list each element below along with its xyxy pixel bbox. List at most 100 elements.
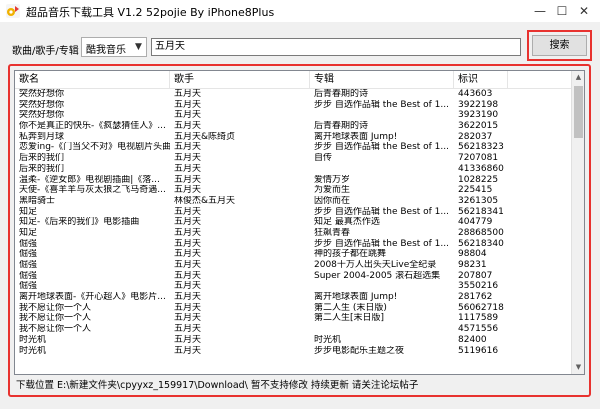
song-id-cell: 1028225	[458, 174, 499, 185]
table-row[interactable]: 突然好想你 五月天 3923190	[15, 110, 572, 121]
results-header: 歌名 歌手 专辑 标识	[15, 71, 584, 89]
column-header-album[interactable]: 专辑	[310, 71, 454, 88]
search-button[interactable]: 搜索	[532, 35, 587, 56]
song-title-cell: 我不愿让你一个人	[19, 302, 92, 313]
album-cell: 离开地球表面 Jump!	[314, 292, 398, 303]
song-title-cell: 后来的我们	[19, 153, 65, 164]
artist-cell: 五月天	[174, 89, 202, 99]
song-id-cell: 3550216	[458, 281, 499, 292]
table-row[interactable]: 知足-《后来的我们》电影插曲 五月天 知足 最真杰作选 404779	[15, 217, 572, 228]
chevron-down-icon[interactable]: ▼	[133, 41, 144, 53]
song-title-cell: 我不愿让你一个人	[19, 324, 92, 335]
close-button[interactable]: ✕	[575, 2, 593, 20]
table-row[interactable]: 黑暗骑士 林俊杰&五月天 因你而在 3261305	[15, 196, 572, 207]
artist-cell: 五月天	[174, 334, 202, 345]
song-id-cell: 207807	[458, 270, 493, 281]
song-id-cell: 3622015	[458, 121, 499, 132]
download-location-status: 下载位置 E:\新建文件夹\cpyyxz_159917\Download\ 暂不…	[16, 380, 419, 391]
song-title-cell: 时光机	[19, 334, 47, 345]
album-cell	[310, 324, 454, 335]
song-id-cell: 41336860	[458, 163, 504, 174]
song-id-cell: 56218341	[458, 206, 504, 217]
song-title-cell: 知足-《后来的我们》电影插曲	[19, 217, 140, 228]
table-row[interactable]: 突然好想你 五月天 后青春期的诗 443603	[15, 89, 572, 100]
artist-cell: 五月天&陈绮贞	[174, 131, 236, 142]
vertical-scrollbar[interactable]: ▲ ▼	[571, 71, 584, 374]
artist-cell: 五月天	[174, 249, 202, 260]
song-title-cell: 私奔到月球	[19, 131, 65, 142]
song-title-cell: 知足	[19, 206, 38, 217]
song-title-cell: 恋爱ing-《门当父不对》电视剧片头曲	[19, 142, 170, 153]
song-id-cell: 225415	[458, 185, 493, 196]
table-row[interactable]: 我不愿让你一个人 五月天 第二人生 (末日版) 56062718	[15, 303, 572, 314]
artist-cell: 五月天	[174, 153, 202, 164]
song-id-cell: 443603	[458, 89, 493, 99]
table-row[interactable]: 倔强 五月天 神的孩子都在跳舞 98804	[15, 249, 572, 260]
results-list[interactable]: 歌名 歌手 专辑 标识 突然好想你 五月天 后青春期的诗 443603 突然好想你 五月天…	[14, 70, 585, 375]
song-id-cell: 3261305	[458, 195, 499, 206]
album-cell	[310, 281, 454, 292]
table-row[interactable]: 时光机 五月天 时光机 82400	[15, 335, 572, 346]
table-row[interactable]: 倔强 五月天 2008十万人出头天Live全纪录 98231	[15, 260, 572, 271]
scroll-down-arrow-icon[interactable]: ▼	[572, 361, 584, 374]
table-row[interactable]: 突然好想你 五月天 步步 自选作品辑 the Best of 1... 3922198	[15, 100, 572, 111]
column-header-song[interactable]: 歌名	[15, 71, 170, 88]
table-row[interactable]: 天使-《喜羊羊与灰太狼之飞马奇遇... 五月天 为爱而生 225415	[15, 185, 572, 196]
song-title-cell: 时光机	[19, 345, 47, 356]
song-id-cell: 3922198	[458, 99, 499, 110]
song-title-cell: 倔强	[19, 249, 38, 260]
table-row[interactable]: 恋爱ing-《门当父不对》电视剧片头曲 五月天 步步 自选作品辑 the Best …	[15, 142, 572, 153]
table-row[interactable]: 我不愿让你一个人 五月天 4571556	[15, 324, 572, 335]
table-row[interactable]: 后来的我们 五月天 41336860	[15, 164, 572, 175]
album-cell: 时光机	[314, 334, 342, 345]
table-row[interactable]: 你不是真正的快乐-《疯瑟猜佳人》... 五月天 后青春期的诗 3622015	[15, 121, 572, 132]
artist-cell: 五月天	[174, 206, 202, 217]
album-cell: 自传	[314, 153, 333, 164]
table-row[interactable]: 时光机 五月天 步步电影配乐主题之夜 5119616	[15, 346, 572, 357]
album-cell	[310, 110, 454, 121]
table-row[interactable]: 倔强 五月天 步步 自选作品辑 the Best of 1... 56218340	[15, 239, 572, 250]
music-source-select[interactable]: 酷我音乐 ▼	[81, 37, 147, 57]
scrollbar-thumb[interactable]	[574, 86, 583, 138]
song-title-cell: 倔强	[19, 238, 38, 249]
artist-cell: 五月天	[174, 110, 202, 121]
results-rows: 突然好想你 五月天 后青春期的诗 443603 突然好想你 五月天 步步 自选作品辑 the…	[15, 89, 572, 356]
artist-cell: 五月天	[174, 270, 202, 281]
table-row[interactable]: 倔强 五月天 3550216	[15, 281, 572, 292]
artist-cell: 五月天	[174, 281, 202, 292]
table-row[interactable]: 后来的我们 五月天 自传 7207081	[15, 153, 572, 164]
minimize-button[interactable]: —	[531, 2, 549, 20]
table-row[interactable]: 私奔到月球 五月天&陈绮贞 离开地球表面 Jump! 282037	[15, 132, 572, 143]
album-cell: 知足 最真杰作选	[314, 217, 380, 228]
song-title-cell: 我不愿让你一个人	[19, 313, 92, 324]
table-row[interactable]: 倔强 五月天 Super 2004-2005 滚石超选集 207807	[15, 271, 572, 282]
artist-cell: 五月天	[174, 260, 202, 270]
album-cell: 爱情万岁	[314, 174, 351, 185]
table-row[interactable]: 知足 五月天 步步 自选作品辑 the Best of 1... 56218341	[15, 207, 572, 218]
scroll-up-arrow-icon[interactable]: ▲	[572, 71, 584, 84]
artist-cell: 五月天	[174, 174, 202, 185]
song-id-cell: 4571556	[458, 324, 499, 335]
artist-cell: 五月天	[174, 324, 202, 335]
artist-cell: 五月天	[174, 142, 202, 153]
table-row[interactable]: 温柔-《逆女郎》电视剧插曲|《落... 五月天 爱情万岁 1028225	[15, 175, 572, 186]
song-id-cell: 98231	[458, 260, 487, 270]
search-input[interactable]: 五月天	[151, 38, 521, 56]
album-cell: 因你而在	[314, 195, 351, 206]
table-row[interactable]: 离开地球表面-《开心超人》电影片... 五月天 离开地球表面 Jump! 281762	[15, 292, 572, 303]
artist-cell: 五月天	[174, 313, 202, 324]
table-row[interactable]: 知足 五月天 狂飙青春 28868500	[15, 228, 572, 239]
song-id-cell: 56218340	[458, 238, 504, 249]
maximize-button[interactable]: ☐	[553, 2, 571, 20]
column-header-artist[interactable]: 歌手	[170, 71, 310, 88]
column-header-id[interactable]: 标识	[454, 71, 508, 88]
table-row[interactable]: 我不愿让你一个人 五月天 第二人生[末日版] 1117589	[15, 313, 572, 324]
song-title-cell: 离开地球表面-《开心超人》电影片...	[19, 292, 166, 303]
artist-cell: 五月天	[174, 302, 202, 313]
song-id-cell: 281762	[458, 292, 493, 303]
song-id-cell: 82400	[458, 334, 487, 345]
song-id-cell: 1117589	[458, 313, 499, 324]
artist-cell: 林俊杰&五月天	[174, 195, 236, 206]
album-cell: 狂飙青春	[314, 227, 351, 238]
album-cell: 2008十万人出头天Live全纪录	[314, 260, 437, 270]
